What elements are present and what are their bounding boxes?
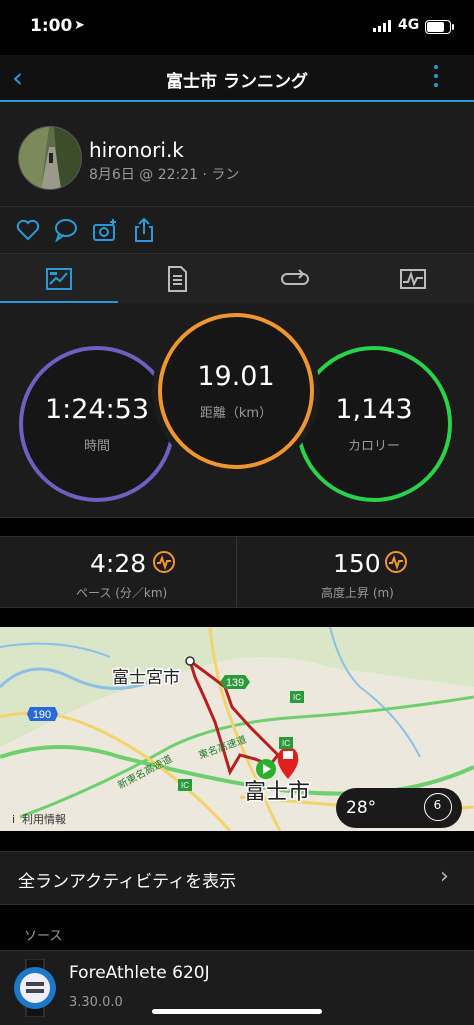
laps-icon	[281, 268, 309, 285]
home-indicator[interactable]	[152, 1009, 322, 1014]
distance-ring: 19.01 距離（km）	[158, 313, 314, 469]
pace-value: 4:28	[90, 549, 147, 578]
like-heart-icon[interactable]	[15, 217, 41, 243]
profile-header: hironori.k 8月6日 @ 22:21 · ラン	[0, 102, 474, 207]
share-icon[interactable]	[131, 217, 157, 243]
nav-bar: ‹ 富士市 ランニング	[0, 55, 474, 102]
network-type: 4G	[398, 17, 420, 33]
calories-value: 1,143	[335, 394, 413, 425]
watch-icon	[14, 959, 56, 1017]
chevron-right-icon: ›	[440, 864, 449, 889]
action-bar	[0, 207, 474, 253]
more-options-icon[interactable]	[428, 61, 444, 93]
svg-text:IC: IC	[282, 739, 290, 748]
all-runs-label: 全ランアクティビティを表示	[18, 872, 237, 892]
comment-bubble-icon[interactable]	[53, 217, 79, 243]
tab-bar	[0, 253, 474, 304]
details-icon	[168, 265, 187, 292]
location-arrow-icon: ➤	[74, 18, 85, 33]
ascent-label: 高度上昇 (m)	[321, 586, 394, 600]
status-bar: 1:00 ➤ 4G	[0, 0, 474, 55]
svg-text:富士宮市: 富士宮市	[112, 668, 180, 688]
all-run-activities-row[interactable]: 全ランアクティビティを表示 ›	[0, 851, 474, 905]
calories-ring: 1,143 カロリー	[296, 346, 452, 502]
svg-text:190: 190	[33, 709, 51, 721]
calories-label: カロリー	[347, 439, 400, 454]
add-photo-camera-icon[interactable]	[92, 217, 118, 243]
time-value: 1:24:53	[44, 394, 150, 425]
temperature: 28°	[346, 798, 377, 818]
pace-ascent-row: 4:28 ペース (分／km) 150 高度上昇 (m)	[0, 536, 474, 608]
tab-laps[interactable]	[236, 254, 354, 303]
stats-panel: 1:24:53 時間 1,143 カロリー 19.01 距離（km）	[0, 303, 474, 518]
wind-icon: 6	[424, 793, 452, 821]
pace-graph-icon[interactable]	[153, 551, 175, 573]
tab-details[interactable]	[118, 254, 236, 303]
signal-icon	[373, 20, 391, 32]
svg-text:IC: IC	[181, 781, 189, 790]
wind-speed: 6	[433, 798, 442, 812]
status-time: 1:00	[30, 16, 73, 36]
avatar[interactable]	[18, 126, 82, 190]
username[interactable]: hironori.k	[89, 138, 184, 162]
overview-icon	[46, 267, 72, 290]
source-header: ソース	[24, 929, 63, 944]
tab-charts[interactable]	[354, 254, 472, 303]
route-map[interactable]: 139 190 IC IC IC 富士宮市 富士市 東名高速道 新東名高速道 利…	[0, 627, 474, 831]
activity-meta: 8月6日 @ 22:21 · ラン	[89, 167, 240, 183]
weather-badge: 28° 6	[336, 788, 462, 828]
device-name: ForeAthlete 620J	[69, 963, 210, 983]
pace-label: ペース (分／km)	[76, 586, 168, 600]
svg-text:利用情報: 利用情報	[22, 813, 66, 826]
device-version: 3.30.0.0	[69, 995, 123, 1010]
distance-value: 19.01	[197, 361, 275, 392]
ascent-graph-icon[interactable]	[385, 551, 407, 573]
svg-text:IC: IC	[293, 693, 301, 702]
page-title: 富士市 ランニング	[166, 72, 308, 92]
distance-label: 距離（km）	[199, 406, 273, 421]
svg-text:139: 139	[226, 677, 244, 689]
svg-text:i: i	[12, 813, 15, 826]
time-ring: 1:24:53 時間	[19, 346, 175, 502]
time-label: 時間	[83, 439, 110, 454]
battery-icon	[425, 20, 454, 34]
divider	[236, 537, 237, 607]
tab-overview[interactable]	[0, 254, 118, 303]
ascent-value: 150	[333, 549, 381, 578]
charts-icon	[400, 268, 426, 289]
svg-text:富士市: 富士市	[244, 780, 310, 805]
